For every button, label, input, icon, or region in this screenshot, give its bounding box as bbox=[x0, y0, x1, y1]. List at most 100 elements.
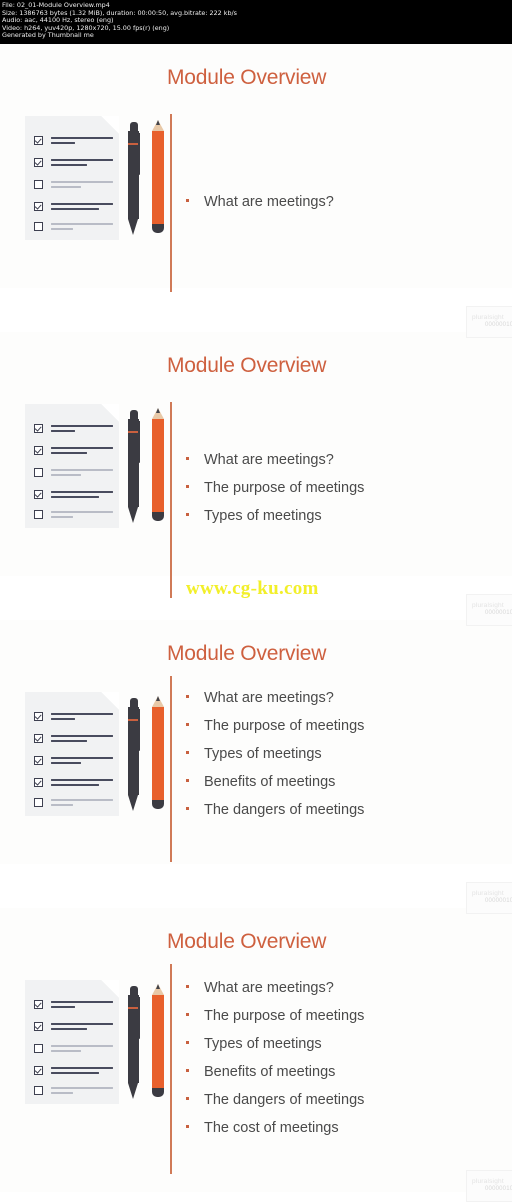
checkbox-checked-icon bbox=[34, 712, 43, 721]
document-icon bbox=[25, 980, 119, 1104]
checkbox-checked-icon bbox=[34, 734, 43, 743]
slide-title-3: Module Overview bbox=[167, 642, 327, 665]
checklist-row bbox=[34, 778, 113, 787]
checkbox-unchecked-icon bbox=[34, 798, 43, 807]
checkbox-checked-icon bbox=[34, 446, 43, 455]
text-lines bbox=[51, 1086, 113, 1095]
text-lines bbox=[51, 734, 113, 743]
slide-title-2: Module Overview bbox=[167, 354, 327, 377]
text-lines bbox=[51, 202, 113, 211]
bullet-dot-icon bbox=[186, 985, 189, 988]
pluralsight-sub-label: 00000010 bbox=[485, 322, 512, 328]
document-fold-icon bbox=[101, 404, 119, 422]
checklist-row bbox=[34, 712, 113, 721]
bullet-list-3: What are meetings? The purpose of meetin… bbox=[186, 690, 364, 830]
bullet-dot-icon bbox=[186, 513, 189, 516]
bullet-item: What are meetings? bbox=[186, 452, 364, 469]
bullet-label: The cost of meetings bbox=[204, 1120, 339, 1136]
text-lines bbox=[51, 158, 113, 167]
bullet-label: What are meetings? bbox=[204, 980, 334, 996]
bullet-label: The purpose of meetings bbox=[204, 718, 365, 734]
checkbox-unchecked-icon bbox=[34, 510, 43, 519]
vertical-divider-rule bbox=[170, 964, 172, 1174]
text-lines bbox=[51, 1066, 113, 1075]
bullet-dot-icon bbox=[186, 723, 189, 726]
pluralsight-brand-label: pluralsight bbox=[472, 890, 504, 897]
text-lines bbox=[51, 424, 113, 433]
bullet-label: What are meetings? bbox=[204, 452, 334, 468]
slide-title-4: Module Overview bbox=[167, 930, 327, 953]
slide-frame-3: Module Overview What are meetings? The p… bbox=[0, 620, 512, 864]
checkbox-unchecked-icon bbox=[34, 468, 43, 477]
checklist-row bbox=[34, 446, 113, 455]
checklist-row bbox=[34, 136, 113, 145]
pluralsight-watermark: pluralsight 00000010 bbox=[466, 1170, 512, 1202]
bullet-dot-icon bbox=[186, 751, 189, 754]
checklist-row bbox=[34, 158, 113, 167]
slide-title-1: Module Overview bbox=[167, 66, 327, 89]
bullet-item: Types of meetings bbox=[186, 1036, 364, 1053]
checklist-row bbox=[34, 490, 113, 499]
checklist-row bbox=[34, 1066, 113, 1075]
pluralsight-watermark: pluralsight 00000010 bbox=[466, 882, 512, 914]
bullet-list-4: What are meetings? The purpose of meetin… bbox=[186, 980, 364, 1148]
bullet-dot-icon bbox=[186, 807, 189, 810]
checkbox-checked-icon bbox=[34, 202, 43, 211]
text-lines bbox=[51, 798, 113, 807]
checkbox-unchecked-icon bbox=[34, 222, 43, 231]
pluralsight-sub-label: 00000010 bbox=[485, 898, 512, 904]
bullet-item: The cost of meetings bbox=[186, 1120, 364, 1137]
bullet-label: What are meetings? bbox=[204, 690, 334, 706]
bullet-item: Types of meetings bbox=[186, 508, 364, 525]
checkbox-unchecked-icon bbox=[34, 1044, 43, 1053]
text-lines bbox=[51, 180, 113, 189]
checklist-row bbox=[34, 424, 113, 433]
bullet-item: Types of meetings bbox=[186, 746, 364, 763]
document-fold-icon bbox=[101, 116, 119, 134]
bullet-label: Types of meetings bbox=[204, 508, 322, 524]
text-lines bbox=[51, 756, 113, 765]
bullet-label: Types of meetings bbox=[204, 1036, 322, 1052]
slide-frame-2: Module Overview What are meetings? The p… bbox=[0, 332, 512, 599]
checkbox-checked-icon bbox=[34, 424, 43, 433]
pluralsight-sub-label: 00000010 bbox=[485, 610, 512, 616]
bullet-label: Types of meetings bbox=[204, 746, 322, 762]
checklist-row bbox=[34, 222, 113, 231]
bullet-dot-icon bbox=[186, 457, 189, 460]
bullet-dot-icon bbox=[186, 695, 189, 698]
checklist-row bbox=[34, 798, 113, 807]
bullet-label: The purpose of meetings bbox=[204, 480, 365, 496]
meta-generator-line: Generated by Thumbnail me bbox=[2, 31, 94, 40]
text-lines bbox=[51, 1022, 113, 1031]
checkbox-unchecked-icon bbox=[34, 180, 43, 189]
document-icon bbox=[25, 404, 119, 528]
bullet-label: The dangers of meetings bbox=[204, 802, 365, 818]
bullet-dot-icon bbox=[186, 485, 189, 488]
bullet-dot-icon bbox=[186, 779, 189, 782]
text-lines bbox=[51, 222, 113, 231]
checkbox-checked-icon bbox=[34, 778, 43, 787]
checkbox-checked-icon bbox=[34, 1000, 43, 1009]
checkbox-checked-icon bbox=[34, 158, 43, 167]
text-lines bbox=[51, 712, 113, 721]
bullet-item: The purpose of meetings bbox=[186, 1008, 364, 1025]
pluralsight-brand-label: pluralsight bbox=[472, 314, 504, 321]
bullet-label: Benefits of meetings bbox=[204, 774, 336, 790]
bullet-dot-icon bbox=[186, 1041, 189, 1044]
bullet-label: What are meetings? bbox=[204, 194, 334, 210]
checkbox-checked-icon bbox=[34, 490, 43, 499]
checklist-row bbox=[34, 1000, 113, 1009]
checklist-row bbox=[34, 1086, 113, 1095]
bullet-item: The dangers of meetings bbox=[186, 802, 364, 819]
checkbox-unchecked-icon bbox=[34, 1086, 43, 1095]
bullet-item: What are meetings? bbox=[186, 690, 364, 707]
bullet-item: What are meetings? bbox=[186, 194, 334, 211]
checklist-row bbox=[34, 202, 113, 211]
document-fold-icon bbox=[101, 692, 119, 710]
text-lines bbox=[51, 136, 113, 145]
bullet-item: The purpose of meetings bbox=[186, 480, 364, 497]
bullet-item: What are meetings? bbox=[186, 980, 364, 997]
pluralsight-watermark: pluralsight 00000010 bbox=[466, 306, 512, 338]
pluralsight-sub-label: 00000010 bbox=[485, 1186, 512, 1192]
bullet-item: The purpose of meetings bbox=[186, 718, 364, 735]
